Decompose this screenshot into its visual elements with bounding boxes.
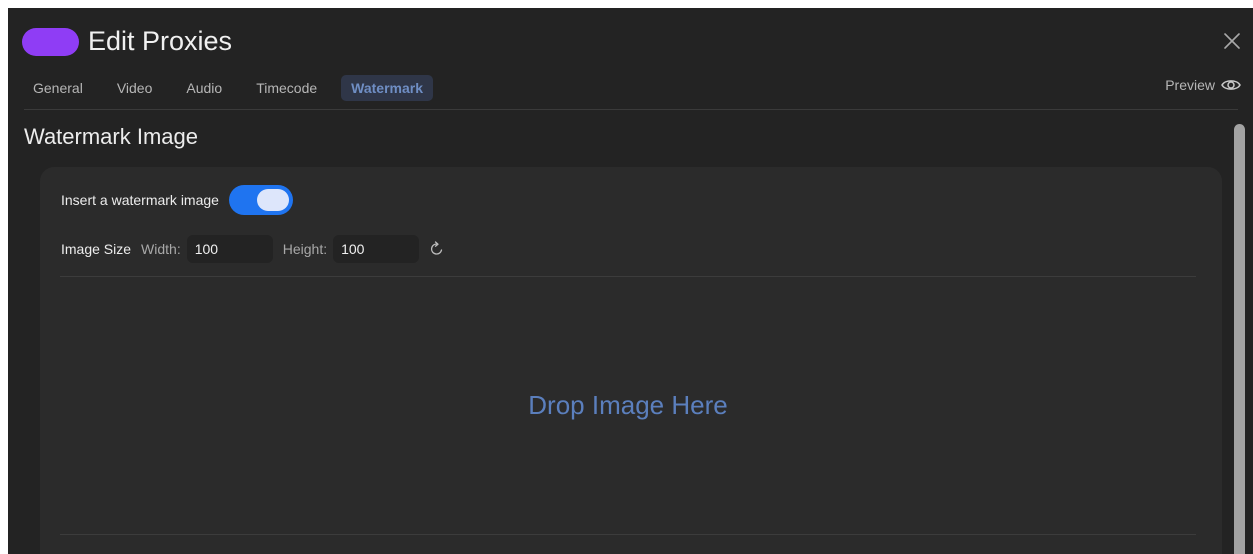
tab-general[interactable]: General [24, 75, 93, 101]
scrollbar[interactable] [1234, 124, 1245, 554]
image-size-label: Image Size [61, 241, 132, 257]
tab-audio[interactable]: Audio [176, 75, 232, 101]
height-field[interactable] [333, 235, 420, 263]
preview-label: Preview [1165, 77, 1215, 93]
watermark-card: Insert a watermark image Image Size Widt… [40, 167, 1222, 554]
reset-icon[interactable] [429, 241, 445, 257]
drop-zone[interactable]: Drop Image Here [60, 277, 1196, 533]
header-divider [24, 109, 1238, 110]
height-label: Height: [282, 241, 328, 257]
app-color-pill [22, 28, 79, 56]
width-label: Width: [141, 241, 181, 257]
title-bar: Edit Proxies [8, 8, 1253, 74]
edit-proxies-window: Edit Proxies General Video Audio Timecod… [8, 8, 1253, 554]
eye-icon [1221, 80, 1241, 90]
tab-timecode[interactable]: Timecode [246, 75, 327, 101]
tab-bar: General Video Audio Timecode Watermark [24, 74, 447, 102]
drop-zone-divider [60, 534, 1196, 535]
image-size-row: Image Size Width: Height: [61, 235, 445, 263]
tab-video[interactable]: Video [107, 75, 163, 101]
preview-button[interactable]: Preview [1165, 77, 1241, 93]
width-field[interactable] [186, 235, 273, 263]
section-title: Watermark Image [24, 124, 199, 149]
close-icon[interactable] [1223, 32, 1241, 50]
tab-watermark[interactable]: Watermark [341, 75, 433, 101]
toggle-knob [256, 189, 289, 211]
insert-watermark-label: Insert a watermark image [61, 192, 219, 208]
drop-zone-label: Drop Image Here [528, 389, 728, 420]
insert-watermark-toggle[interactable] [228, 185, 293, 215]
window-title: Edit Proxies [88, 26, 233, 56]
insert-watermark-row: Insert a watermark image [61, 185, 293, 215]
